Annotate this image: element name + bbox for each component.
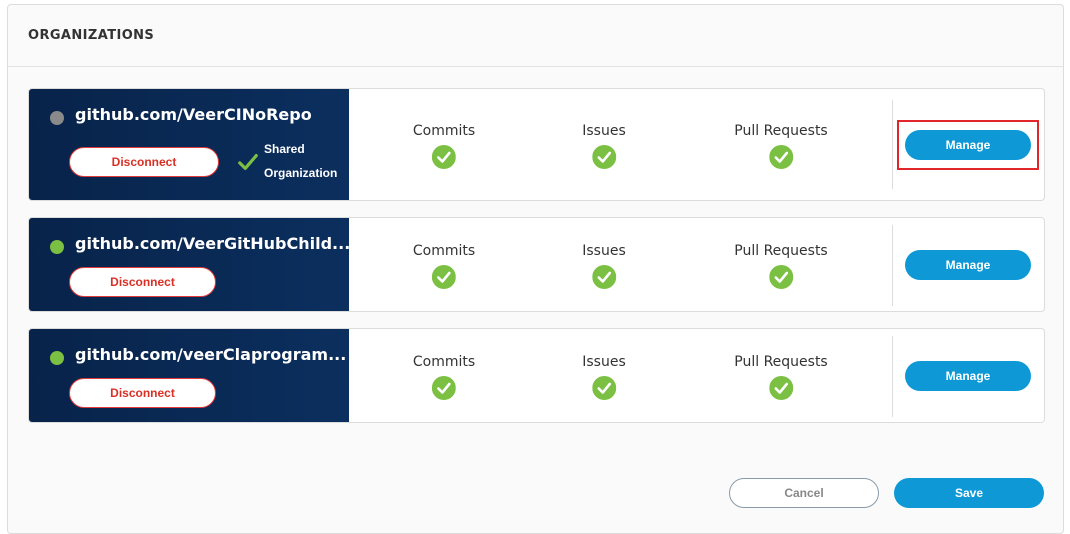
metric-label: Commits [412,243,476,259]
org-metrics: Commits Issues Pull Requests Manage [349,329,1044,422]
shared-label: Shared Organization [264,142,338,180]
org-name: github.com/veerClaprogram... [75,345,347,364]
check-circle-icon [431,376,456,400]
organizations-panel: ORGANIZATIONS github.com/VeerCINoRepo Di… [7,4,1064,534]
disconnect-button[interactable]: Disconnect [69,378,216,408]
metric-label: Pull Requests [734,243,828,259]
org-name: github.com/VeerGitHubChild... [75,234,351,253]
divider [892,336,893,417]
org-card: github.com/veerClaprogram... Disconnect … [28,328,1045,423]
org-info: github.com/veerClaprogram... Disconnect [29,329,349,422]
disconnect-button[interactable]: Disconnect [69,267,216,297]
metric-label: Commits [412,123,476,139]
status-dot [50,351,64,365]
org-metrics: Commits Issues Pull Requests Manage [349,89,1044,200]
metric-pull-requests: Pull Requests [734,243,828,289]
metric-label: Issues [582,354,626,370]
divider [892,100,893,189]
metric-issues: Issues [582,354,626,400]
divider [892,225,893,306]
metric-label: Pull Requests [734,123,828,139]
org-metrics: Commits Issues Pull Requests Manage [349,218,1044,311]
save-button[interactable]: Save [894,478,1044,508]
panel-header: ORGANIZATIONS [8,5,1063,67]
check-circle-icon [769,265,793,289]
metric-pull-requests: Pull Requests [734,354,828,400]
metric-label: Issues [582,123,626,139]
manage-button[interactable]: Manage [905,130,1031,160]
panel-title: ORGANIZATIONS [28,28,155,43]
cancel-button[interactable]: Cancel [729,478,879,508]
shared-organization-badge: Shared Organization [237,137,344,185]
org-card: github.com/VeerGitHubChild... Disconnect… [28,217,1045,312]
check-circle-icon [592,376,616,400]
metric-commits: Commits [413,123,475,169]
metric-pull-requests: Pull Requests [734,123,828,169]
manage-button[interactable]: Manage [905,361,1031,391]
metric-label: Commits [412,354,476,370]
org-name: github.com/VeerCINoRepo [75,105,312,124]
metric-label: Issues [582,243,626,259]
check-circle-icon [431,145,456,169]
manage-button[interactable]: Manage [905,250,1031,280]
metric-commits: Commits [413,354,475,400]
org-card: github.com/VeerCINoRepo Disconnect Share… [28,88,1045,201]
check-circle-icon [592,145,616,169]
check-circle-icon [769,145,793,169]
metric-issues: Issues [582,123,626,169]
check-circle-icon [592,265,616,289]
check-circle-icon [769,376,793,400]
status-dot [50,111,64,125]
org-info: github.com/VeerGitHubChild... Disconnect [29,218,351,311]
metric-issues: Issues [582,243,626,289]
metric-commits: Commits [413,243,475,289]
check-circle-icon [431,265,456,289]
disconnect-button[interactable]: Disconnect [69,147,219,177]
status-dot [50,240,64,254]
checkmark-icon [238,153,258,171]
org-info: github.com/VeerCINoRepo Disconnect Share… [29,89,349,200]
metric-label: Pull Requests [734,354,828,370]
